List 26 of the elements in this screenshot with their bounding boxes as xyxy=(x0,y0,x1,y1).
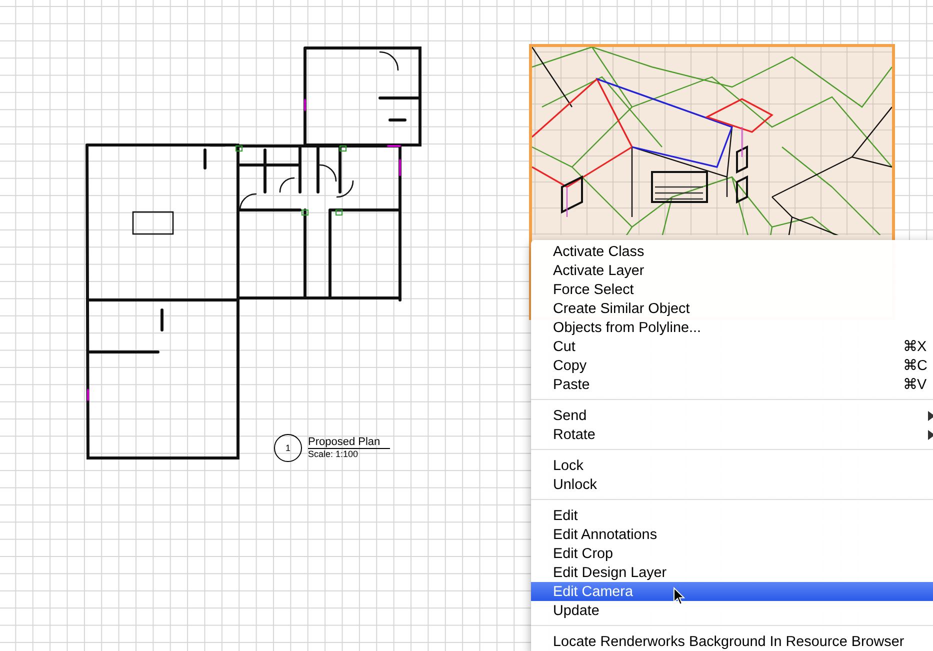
mouse-pointer-icon xyxy=(673,587,685,606)
drawing-number-bubble: 1 xyxy=(274,434,302,462)
menu-item[interactable]: Activate Layer xyxy=(531,261,933,280)
menu-item[interactable]: Cut ⌘X xyxy=(531,337,933,356)
menu-item[interactable]: Locate Renderworks Background In Resource Browser xyxy=(531,632,933,651)
menu-item[interactable]: Objects from Polyline... xyxy=(531,318,933,337)
menu-item[interactable]: Send xyxy=(531,406,933,425)
menu-item[interactable]: Force Select xyxy=(531,280,933,299)
menu-item[interactable]: Update xyxy=(531,601,933,620)
menu-item[interactable]: Create Similar Object xyxy=(531,299,933,318)
menu-item[interactable]: Paste ⌘V xyxy=(531,375,933,394)
shortcut-label: ⌘X xyxy=(903,338,927,355)
menu-item[interactable]: Rotate xyxy=(531,425,933,444)
menu-item[interactable]: Edit Camera xyxy=(531,582,933,601)
drawing-title: Proposed Plan xyxy=(308,436,390,449)
menu-item[interactable]: Edit Crop xyxy=(531,544,933,563)
drawing-scale: Scale: 1:100 xyxy=(308,449,360,460)
menu-item[interactable]: Unlock xyxy=(531,475,933,494)
menu-item[interactable]: Edit Annotations xyxy=(531,525,933,544)
menu-item[interactable]: Edit xyxy=(531,506,933,525)
shortcut-label: ⌘C xyxy=(903,357,928,374)
menu-item[interactable]: Edit Design Layer xyxy=(531,563,933,582)
shortcut-label: ⌘V xyxy=(903,376,927,393)
menu-item[interactable]: Copy ⌘C xyxy=(531,356,933,375)
menu-item[interactable]: Lock xyxy=(531,456,933,475)
menu-item[interactable]: Activate Class xyxy=(531,242,933,261)
